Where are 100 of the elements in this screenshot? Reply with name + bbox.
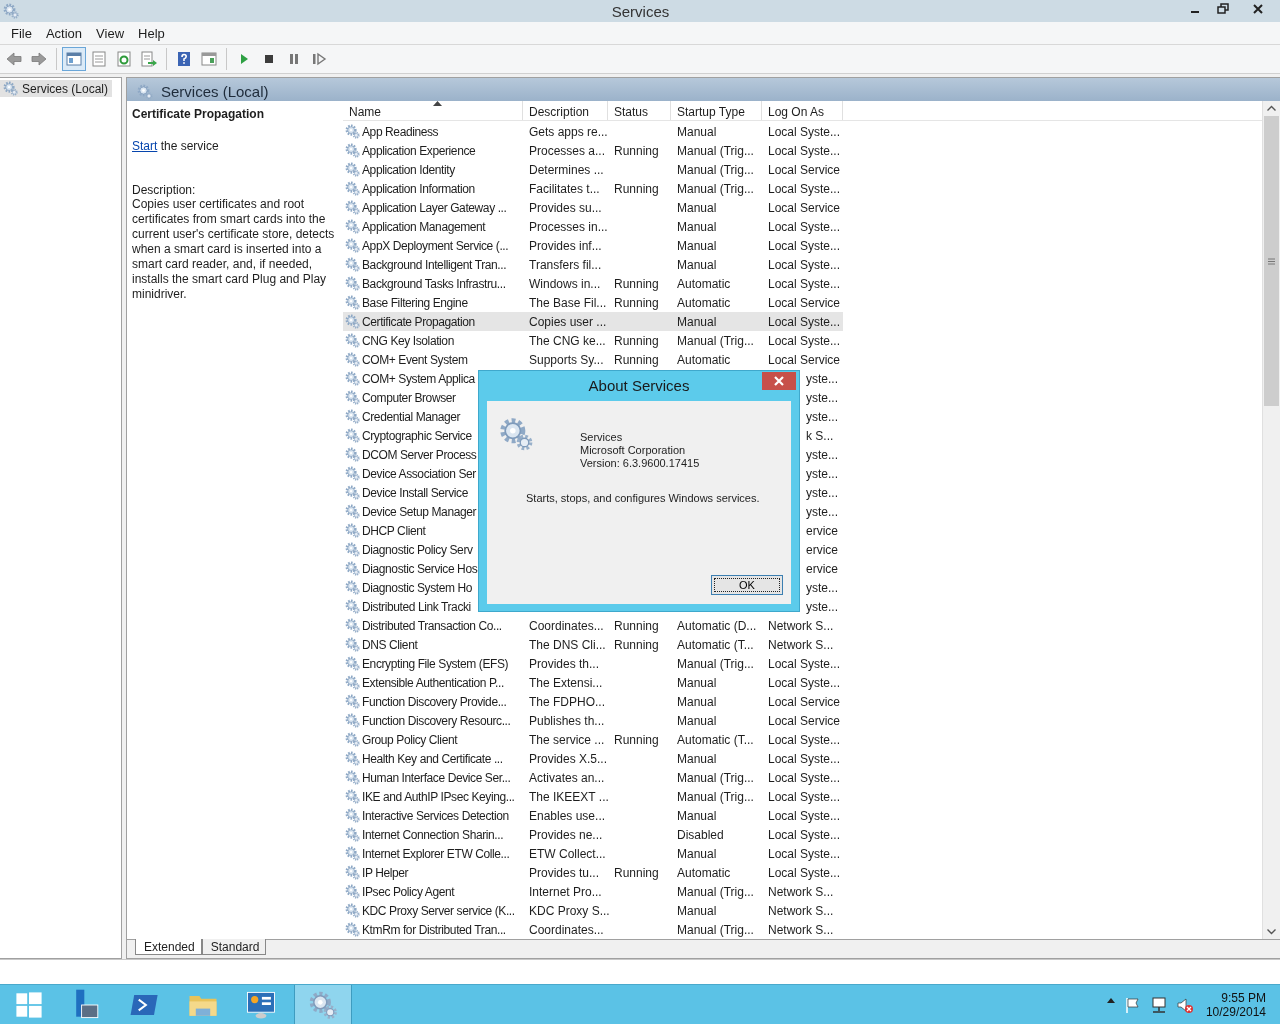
- table-cell: The Extensi...: [529, 675, 603, 690]
- table-cell: Automatic (T...: [677, 637, 754, 652]
- table-cell: Diagnostic System Ho: [362, 580, 473, 595]
- table-cell: Provides tu...: [529, 865, 600, 880]
- table-cell: Automatic: [677, 352, 731, 367]
- table-cell-text: yste...: [805, 447, 839, 462]
- window-title: Services: [610, 2, 671, 20]
- table-cell: Device Install Service: [362, 485, 468, 500]
- table-cell-text: yste...: [805, 371, 839, 386]
- table-cell: Local Syste...: [768, 827, 841, 842]
- table-cell: Application Management: [362, 219, 486, 234]
- table-cell: Device Association Ser: [362, 466, 476, 481]
- table-cell: Manual: [677, 751, 717, 766]
- table-cell: The FDPHO...: [529, 694, 605, 709]
- table-cell: Local Service: [768, 352, 841, 367]
- table-cell: Health Key and Certificate ...: [362, 751, 503, 766]
- table-cell: Running: [614, 618, 659, 633]
- table-cell: Coordinates...: [529, 922, 604, 937]
- table-cell: Internet Explorer ETW Colle...: [362, 846, 510, 861]
- table-cell: Human Interface Device Ser...: [362, 770, 511, 785]
- table-cell: Automatic: [677, 276, 731, 291]
- table-cell: Automatic (T...: [677, 732, 754, 747]
- table-cell-text: k S...: [805, 428, 835, 443]
- table-cell: Manual: [677, 238, 717, 253]
- table-cell: Local Syste...: [768, 770, 841, 785]
- table-cell: Encrypting File System (EFS): [362, 656, 509, 671]
- table-cell: Determines ...: [529, 162, 604, 177]
- table-cell: Supports Sy...: [529, 352, 604, 367]
- table-cell: Manual (Trig...: [677, 922, 754, 937]
- product-name: Services: [580, 431, 624, 444]
- table-cell: The Base Fil...: [529, 295, 607, 310]
- table-cell: Automatic: [677, 295, 731, 310]
- table-cell: Manual: [677, 846, 717, 861]
- table-cell-text: yste...: [805, 580, 839, 595]
- table-cell: Manual: [677, 124, 717, 139]
- table-cell: Network S...: [768, 884, 834, 899]
- pane-title: Services (Local): [161, 83, 269, 100]
- table-cell: Network S...: [768, 618, 834, 633]
- action-text: Start the service: [132, 139, 220, 153]
- table-cell: Disabled: [677, 827, 724, 842]
- table-cell: Network S...: [768, 922, 834, 937]
- table-cell: Manual: [677, 713, 717, 728]
- table-cell: App Readiness: [362, 124, 439, 139]
- table-cell: Local Syste...: [768, 219, 841, 234]
- table-cell: Background Intelligent Tran...: [362, 257, 507, 272]
- table-cell: Processes in...: [529, 219, 608, 234]
- table-cell: Application Experience: [362, 143, 476, 158]
- table-cell: The CNG ke...: [529, 333, 606, 348]
- table-cell: Local Syste...: [768, 143, 841, 158]
- table-cell: Provides inf...: [529, 238, 602, 253]
- company-name: Microsoft Corporation: [580, 444, 687, 457]
- table-cell: Manual: [677, 219, 717, 234]
- table-cell: Manual (Trig...: [677, 884, 754, 899]
- table-cell: ETW Collect...: [529, 846, 606, 861]
- table-cell: Application Layer Gateway ...: [362, 200, 507, 215]
- table-cell-text: ervice: [805, 542, 839, 557]
- table-cell: Running: [614, 181, 659, 196]
- table-cell: Local Service: [768, 295, 841, 310]
- table-cell: Extensible Authentication P...: [362, 675, 504, 690]
- table-cell: Running: [614, 333, 659, 348]
- description-label: Description:: [132, 183, 197, 197]
- table-cell: Local Service: [768, 694, 841, 709]
- table-cell: Running: [614, 276, 659, 291]
- table-cell: Facilitates t...: [529, 181, 600, 196]
- table-cell-text: yste...: [805, 466, 839, 481]
- table-cell: Distributed Link Tracki: [362, 599, 471, 614]
- table-cell-text: ervice: [805, 523, 839, 538]
- table-cell-text: yste...: [805, 599, 839, 614]
- table-cell: Diagnostic Policy Serv: [362, 542, 473, 557]
- table-cell: Windows in...: [529, 276, 601, 291]
- table-cell: Local Syste...: [768, 751, 841, 766]
- table-cell: IP Helper: [362, 865, 409, 880]
- table-cell: Local Service: [768, 162, 841, 177]
- table-cell: KDC Proxy S...: [529, 903, 610, 918]
- table-cell: Cryptographic Service: [362, 428, 472, 443]
- table-cell: Manual (Trig...: [677, 770, 754, 785]
- table-cell: Function Discovery Provide...: [362, 694, 507, 709]
- table-cell: DNS Client: [362, 637, 418, 652]
- table-cell: Automatic: [677, 865, 731, 880]
- table-cell: Manual: [677, 200, 717, 215]
- table-cell: Local Syste...: [768, 789, 841, 804]
- table-cell: Processes a...: [529, 143, 606, 158]
- table-cell: Provides X.5...: [529, 751, 608, 766]
- table-cell: Manual (Trig...: [677, 181, 754, 196]
- table-cell: Local Syste...: [768, 238, 841, 253]
- table-cell: Distributed Transaction Co...: [362, 618, 502, 633]
- table-cell: COM+ System Applica: [362, 371, 475, 386]
- table-cell: Running: [614, 352, 659, 367]
- table-cell: Device Setup Manager: [362, 504, 477, 519]
- table-cell: Activates an...: [529, 770, 605, 785]
- table-cell: The IKEEXT ...: [529, 789, 609, 804]
- table-cell: Manual: [677, 257, 717, 272]
- service-title: Certificate Propagation: [132, 107, 266, 121]
- table-cell: Running: [614, 143, 659, 158]
- table-cell: Running: [614, 732, 659, 747]
- summary-text: Starts, stops, and configures Windows services.: [525, 491, 761, 504]
- table-cell: Network S...: [768, 637, 834, 652]
- table-cell: Manual: [677, 903, 717, 918]
- table-cell: Application Information: [362, 181, 475, 196]
- table-cell: Transfers fil...: [529, 257, 602, 272]
